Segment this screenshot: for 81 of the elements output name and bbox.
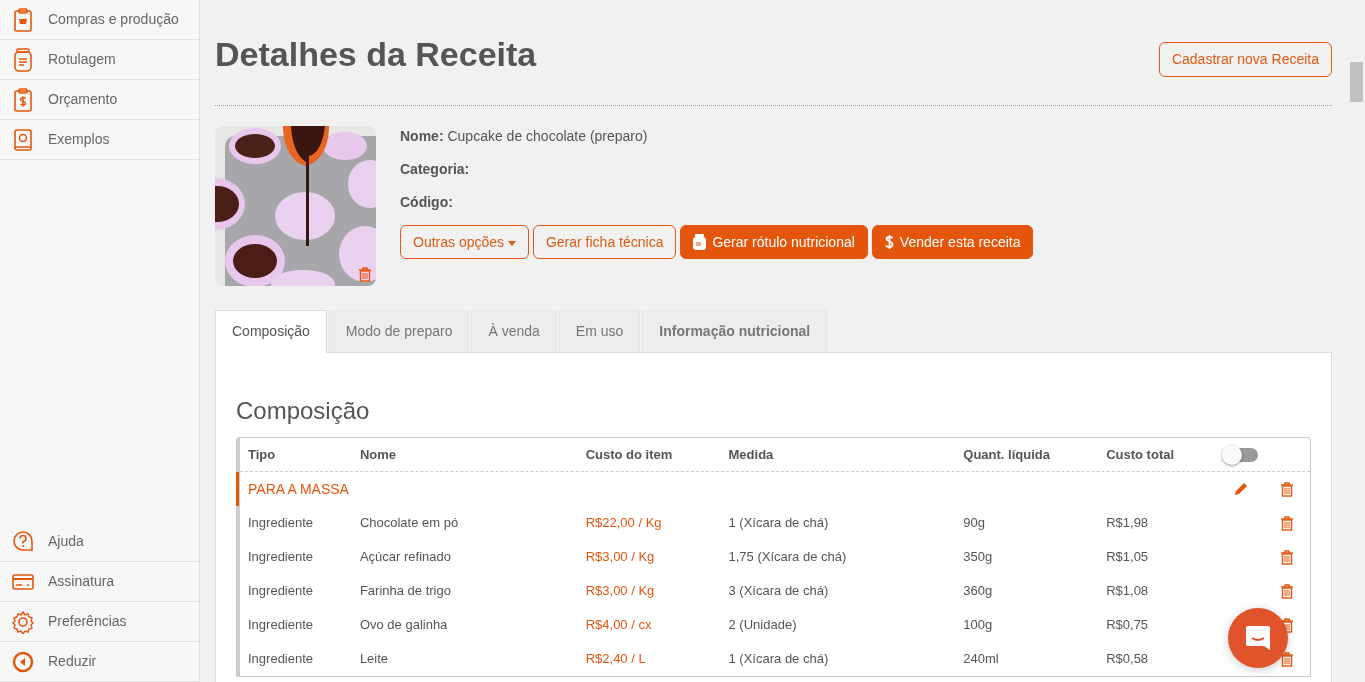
- table-cell-text: R$2,40 / L: [585, 650, 647, 669]
- table-cell-text: Ingrediente: [247, 548, 315, 567]
- table-cell-text: R$1,08: [1106, 582, 1150, 601]
- field-text: Categoria:: [400, 160, 471, 179]
- table-cell-text: R$0,58: [1106, 650, 1150, 669]
- generate-label-button[interactable]: Gerar rótulo nutricional: [680, 225, 868, 259]
- edit-icon[interactable]: [1234, 482, 1248, 496]
- tab[interactable]: À venda: [471, 310, 557, 352]
- column-header: Nome: [359, 445, 397, 464]
- sidebar-item[interactable]: Orçamento: [0, 80, 199, 120]
- table-cell-text: R$22,00 / Kg: [585, 514, 663, 533]
- table-cell-text: 1 (Xícara de chá): [728, 514, 830, 533]
- jar-icon: [12, 47, 34, 72]
- table-cell-text: 240ml: [963, 650, 1000, 669]
- table-cell-text: Farinha de trigo: [359, 582, 452, 601]
- sidebar-item[interactable]: Rotulagem: [0, 40, 199, 80]
- table-cell-text: R$0,75: [1106, 616, 1150, 635]
- table-cell-text: 350g: [963, 548, 994, 567]
- scrollbar-thumb[interactable]: [1350, 62, 1363, 102]
- book-icon: [12, 127, 34, 152]
- column-header: Quant. líquida: [963, 445, 1051, 464]
- generate-sheet-button[interactable]: Gerar ficha técnica: [532, 225, 677, 259]
- tab[interactable]: Modo de preparo: [328, 310, 470, 352]
- delete-photo-icon[interactable]: [358, 267, 372, 282]
- table-cell-text: Ingrediente: [247, 650, 315, 669]
- jar-icon: [693, 234, 707, 250]
- table-cell-text: R$4,00 / cx: [585, 616, 653, 635]
- page-title: Detalhes da Receita: [215, 34, 537, 75]
- help-icon: [12, 529, 34, 554]
- table-cell-text: Ovo de galinha: [359, 616, 449, 635]
- trash-icon[interactable]: [1280, 617, 1294, 633]
- options-dropdown[interactable]: Outras opções: [400, 225, 529, 259]
- trash-icon[interactable]: [1280, 481, 1294, 497]
- table-cell-text: 360g: [963, 582, 994, 601]
- chat-icon: [1244, 624, 1272, 652]
- field-text: Código:: [400, 193, 454, 212]
- trash-icon[interactable]: [1280, 651, 1294, 667]
- tab[interactable]: Em uso: [558, 310, 641, 352]
- table-cell-text: R$3,00 / Kg: [585, 582, 656, 601]
- table-cell-text: 3 (Xícara de chá): [728, 582, 830, 601]
- dollar-icon: [884, 234, 894, 250]
- table-cell-text: 100g: [963, 616, 994, 635]
- trash-icon[interactable]: [1280, 583, 1294, 599]
- tab[interactable]: Composição: [215, 310, 327, 353]
- new-recipe-button[interactable]: Cadastrar nova Receita: [1158, 42, 1332, 77]
- column-header: Custo do item: [585, 445, 674, 464]
- table-cell-text: Açúcar refinado: [359, 548, 452, 567]
- table-cell-text: Ingrediente: [247, 514, 315, 533]
- trash-icon[interactable]: [1280, 515, 1294, 531]
- section-title: Composição: [236, 396, 371, 426]
- table-cell-text: 2 (Unidade): [728, 616, 798, 635]
- sidebar-item[interactable]: Exemplos: [0, 120, 199, 160]
- toggle-switch[interactable]: [1224, 447, 1259, 462]
- tab[interactable]: Informação nutricional: [642, 310, 828, 352]
- table-cell-text: 1,75 (Xícara de chá): [728, 548, 848, 567]
- column-header: Custo total: [1106, 445, 1176, 464]
- field-text: Nome: Cupcake de chocolate (preparo): [400, 127, 649, 146]
- sell-recipe-button[interactable]: Vender esta receita: [871, 225, 1034, 259]
- table-cell-text: Chocolate em pó: [359, 514, 460, 533]
- table-cell-text: Ingrediente: [247, 582, 315, 601]
- table-cell-text: R$3,00 / Kg: [585, 548, 656, 567]
- column-header: Tipo: [247, 445, 277, 464]
- caret-icon: [507, 240, 516, 246]
- table-cell-text: R$1,98: [1106, 514, 1150, 533]
- clipboard-cart-icon: [12, 7, 34, 32]
- trash-icon[interactable]: [1280, 549, 1294, 565]
- group-label: PARA A MASSA: [248, 479, 349, 499]
- sidebar-item[interactable]: Compras e produção: [0, 0, 199, 40]
- clipboard-dollar-icon: [12, 87, 34, 112]
- table-cell-text: R$1,05: [1106, 548, 1150, 567]
- sidebar-item[interactable]: Assinatura: [0, 562, 199, 602]
- sidebar-item[interactable]: Preferências: [0, 602, 199, 642]
- table-cell-text: Leite: [359, 650, 390, 669]
- settings-icon: [12, 609, 34, 634]
- sidebar-item[interactable]: Ajuda: [0, 522, 199, 562]
- table-cell-text: Ingrediente: [247, 616, 315, 635]
- sidebar-item[interactable]: Reduzir: [0, 642, 199, 682]
- table-cell-text: 90g: [963, 514, 986, 533]
- table-cell-text: 1 (Xícara de chá): [728, 650, 830, 669]
- column-header: Medida: [728, 445, 775, 464]
- collapse-icon: [12, 649, 34, 674]
